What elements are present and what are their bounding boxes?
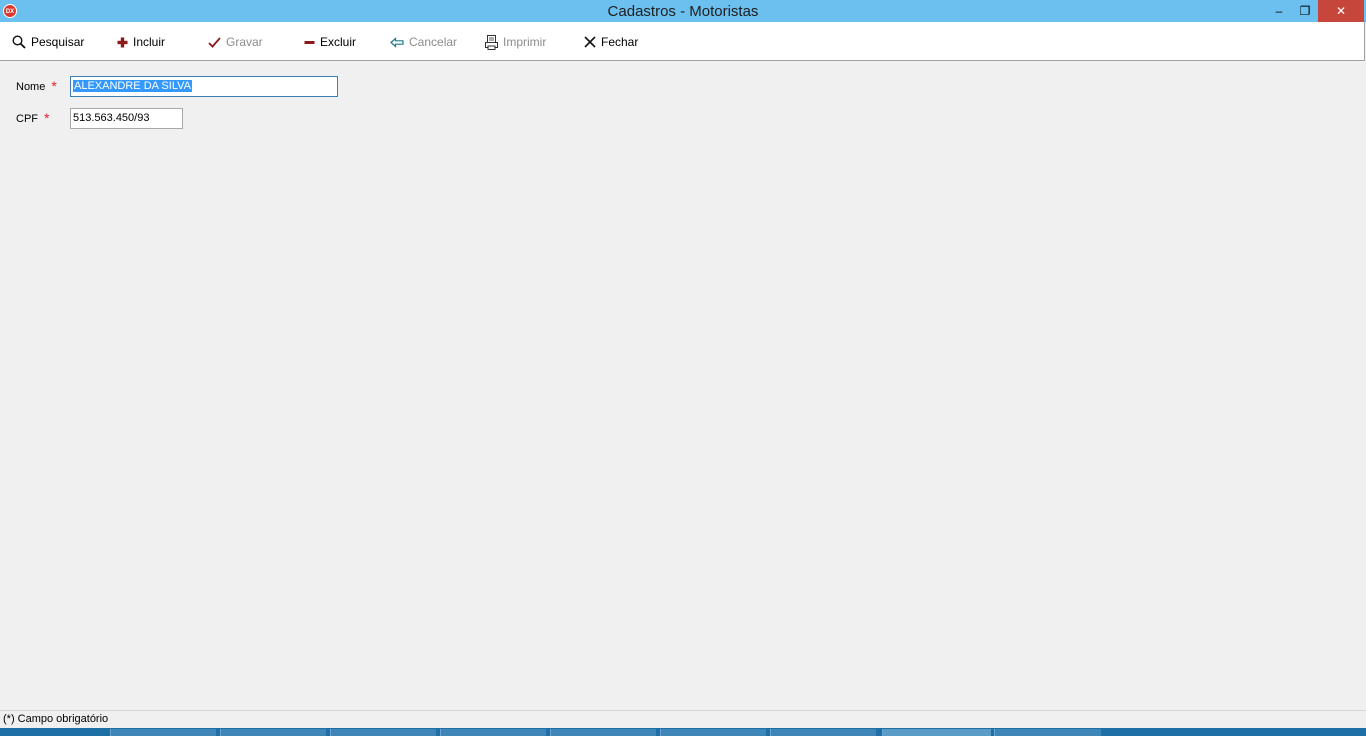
taskbar-item[interactable] (994, 729, 1101, 736)
excluir-label: Excluir (320, 35, 357, 49)
nome-required-mark: * (51, 78, 57, 94)
search-icon (12, 35, 26, 49)
window-title: Cadastros - Motoristas (607, 3, 759, 20)
pesquisar-button[interactable]: Pesquisar (12, 33, 84, 51)
taskbar-item[interactable] (330, 729, 436, 736)
gravar-button[interactable]: Gravar (208, 33, 263, 51)
taskbar-item[interactable] (660, 729, 766, 736)
imprimir-button[interactable]: Imprimir (485, 33, 546, 51)
excluir-button[interactable]: Excluir (304, 33, 356, 51)
incluir-label: Incluir (133, 35, 166, 49)
incluir-button[interactable]: Incluir (117, 33, 165, 51)
taskbar (0, 728, 1366, 736)
fechar-label: Fechar (601, 35, 639, 49)
gravar-label: Gravar (226, 35, 263, 49)
nome-label: Nome * (16, 77, 57, 94)
taskbar-item-active[interactable] (882, 729, 991, 736)
toolbar: Pesquisar Incluir Gravar Excluir Cancela… (0, 22, 1365, 61)
minimize-button[interactable]: – (1266, 0, 1292, 22)
cpf-required-mark: * (44, 110, 50, 126)
cpf-label-text: CPF (16, 113, 38, 125)
nome-input[interactable]: ALEXANDRE DA SILVA (70, 76, 338, 97)
nome-label-text: Nome (16, 81, 46, 93)
arrow-left-icon (390, 36, 404, 48)
taskbar-item[interactable] (550, 729, 656, 736)
cpf-input-value: 513.563.450/93 (73, 112, 150, 124)
cpf-label: CPF * (16, 109, 50, 126)
title-bar[interactable]: DX Cadastros - Motoristas – ❐ ✕ (0, 0, 1366, 22)
close-icon (584, 36, 596, 48)
taskbar-item[interactable] (770, 729, 876, 736)
printer-icon (485, 34, 498, 50)
taskbar-item[interactable] (440, 729, 546, 736)
cancelar-label: Cancelar (409, 35, 458, 49)
fechar-button[interactable]: Fechar (584, 33, 638, 51)
taskbar-item[interactable] (220, 729, 326, 736)
cpf-input[interactable]: 513.563.450/93 (70, 108, 183, 129)
close-window-button[interactable]: ✕ (1318, 0, 1364, 22)
restore-button[interactable]: ❐ (1292, 0, 1318, 22)
pesquisar-label: Pesquisar (31, 35, 85, 49)
taskbar-item[interactable] (110, 729, 216, 736)
check-icon (208, 36, 221, 48)
plus-icon (117, 37, 128, 47)
minus-icon (304, 40, 315, 44)
imprimir-label: Imprimir (503, 35, 547, 49)
status-bar: (*) Campo obrigatório (0, 710, 1366, 728)
nome-input-value: ALEXANDRE DA SILVA (73, 80, 192, 92)
cancelar-button[interactable]: Cancelar (390, 33, 457, 51)
status-text: (*) Campo obrigatório (3, 713, 109, 725)
